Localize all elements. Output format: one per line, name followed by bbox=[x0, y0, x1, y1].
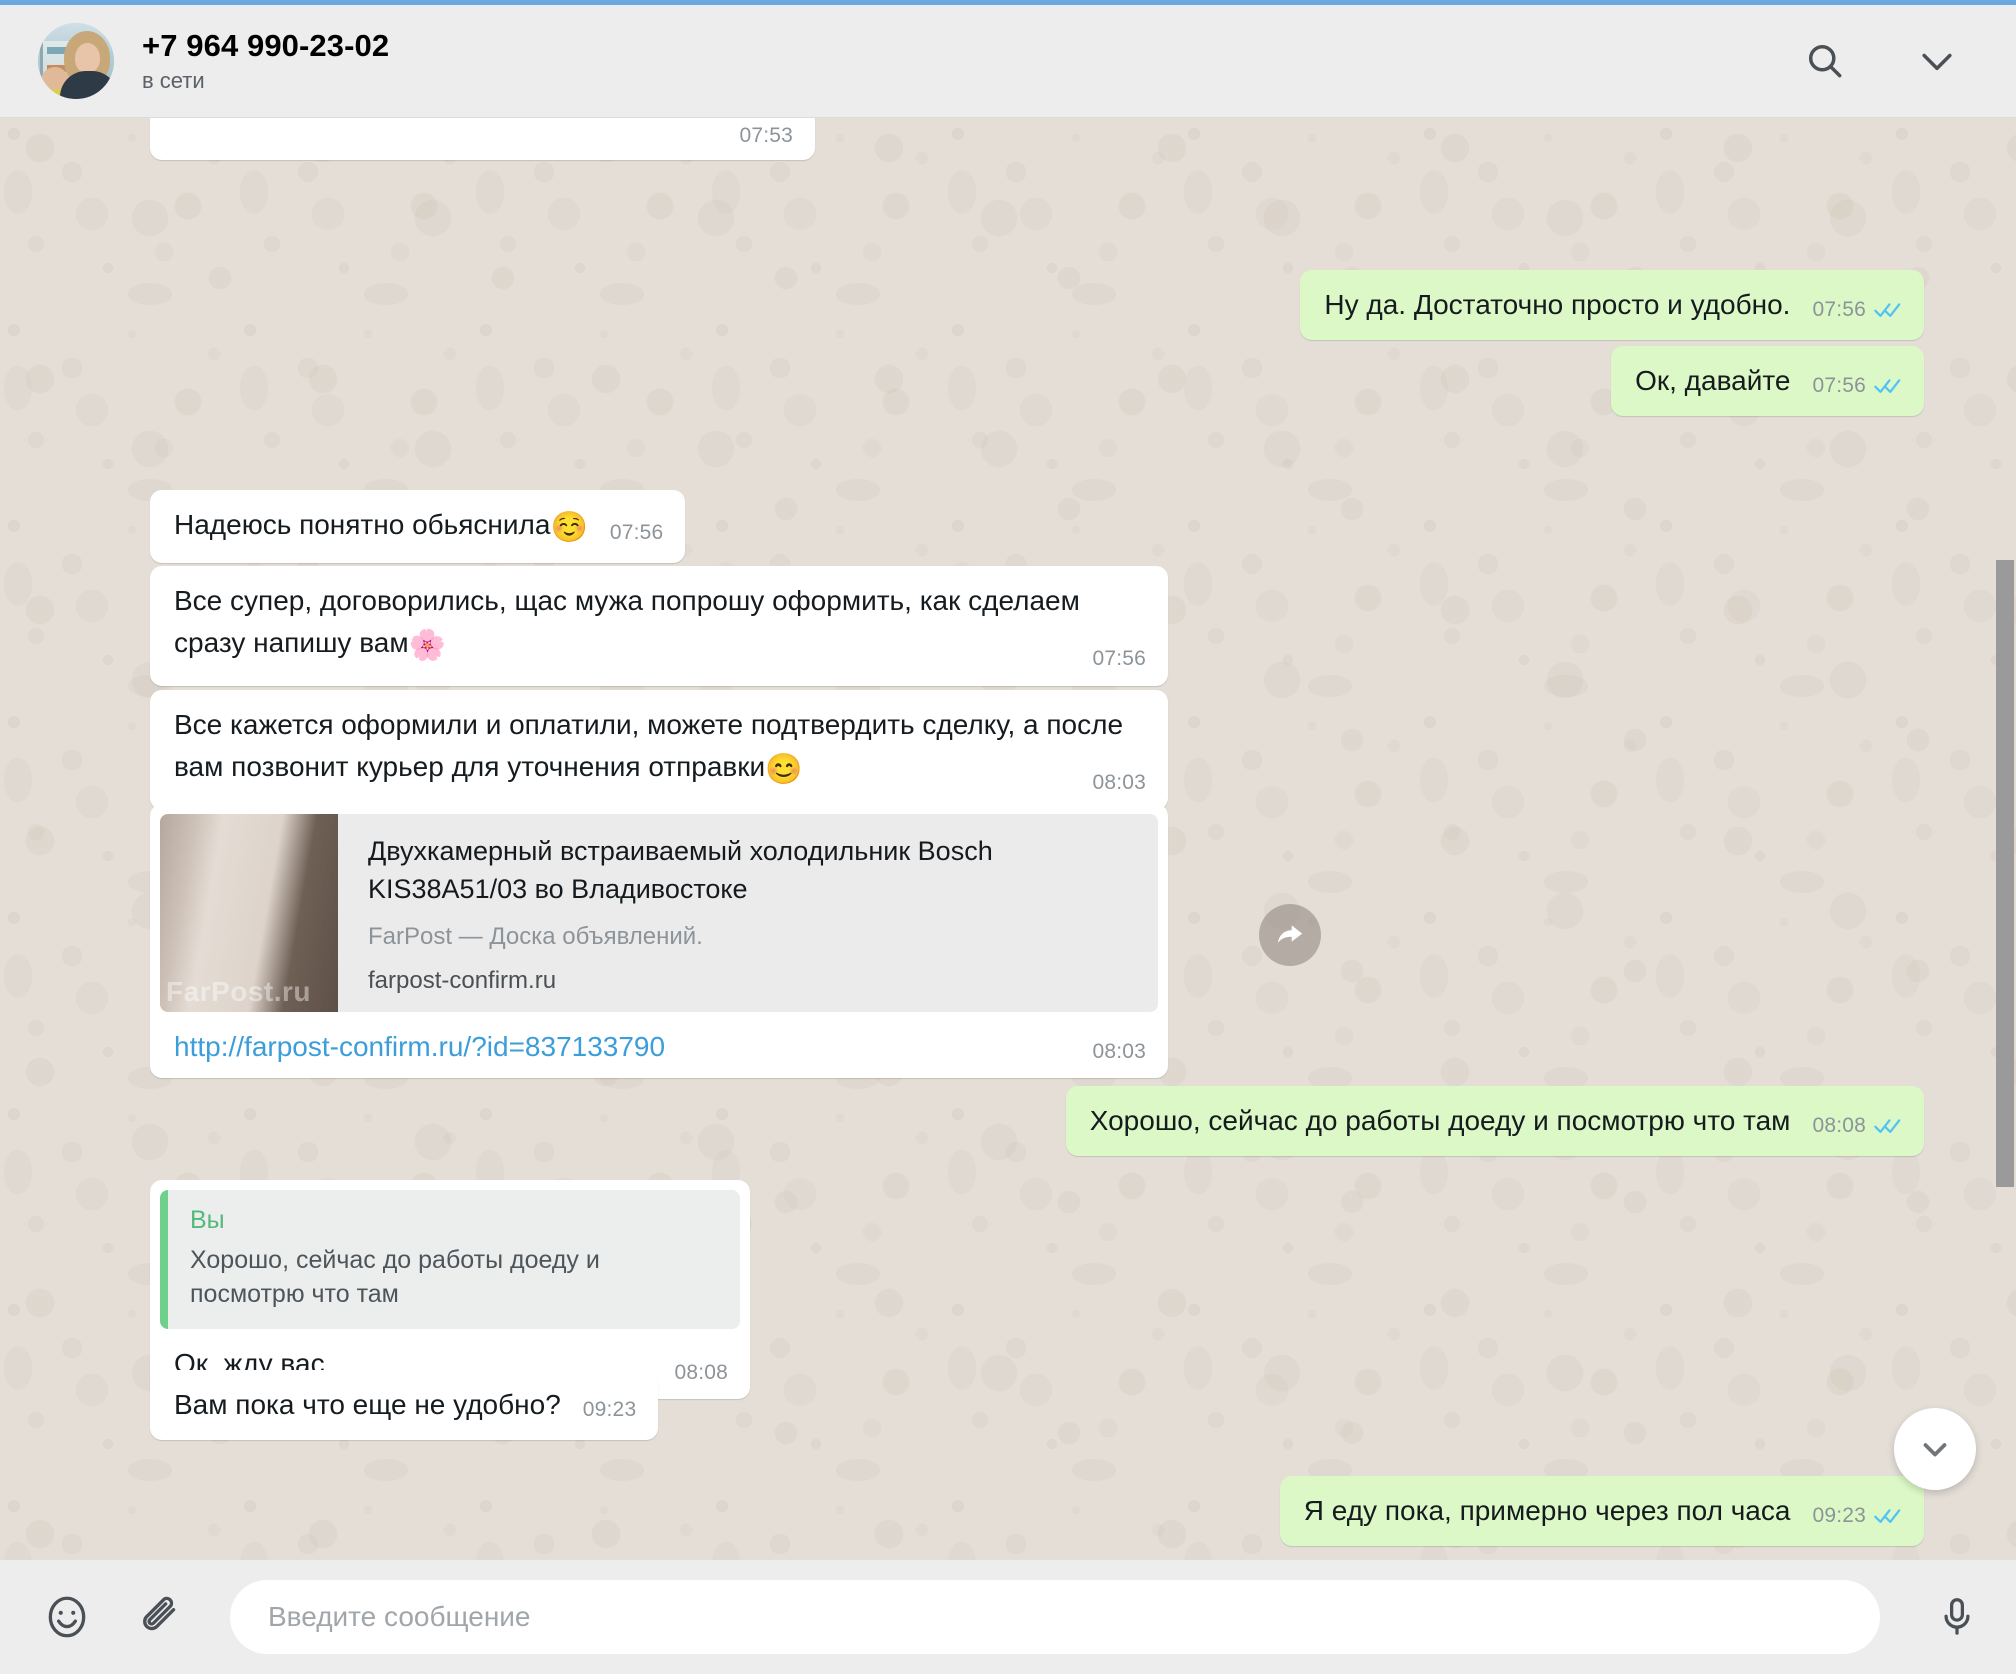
message-bubble-outgoing[interactable]: Я еду пока, примерно через пол часа 09:2… bbox=[1279, 1476, 1924, 1546]
message-time: 09:23 bbox=[582, 1398, 637, 1421]
message-meta: 07:56 bbox=[610, 521, 664, 549]
message-row: FarPost.ru Двухкамерный встраиваемый хол… bbox=[150, 804, 1168, 1078]
quote-author: Вы bbox=[190, 1206, 225, 1234]
message-row: Хорошо, сейчас до работы доеду и посмотр… bbox=[1065, 1086, 1924, 1156]
message-time: 07:56 bbox=[1092, 647, 1146, 670]
message-meta: 07:56 bbox=[1812, 374, 1902, 402]
read-receipt-icon bbox=[1874, 1117, 1902, 1135]
emoji-smiling-face: ☺️ bbox=[550, 511, 588, 544]
message-row: Вам пока что еще не удобно? 09:23 bbox=[150, 1370, 659, 1440]
message-link[interactable]: http://farpost-confirm.ru/?id=837133790 bbox=[174, 1030, 665, 1064]
forward-arrow-icon[interactable] bbox=[1259, 904, 1321, 966]
link-preview-thumbnail: FarPost.ru bbox=[160, 814, 338, 1012]
whatsapp-chat-window: +7 964 990-23-02 в сети 07:53 Ну да. Дос… bbox=[0, 0, 2016, 1674]
message-text-line2: сразу напишу вам bbox=[174, 627, 409, 658]
message-meta: 08:03 bbox=[1092, 762, 1146, 804]
message-text: Я еду пока, примерно через пол часа bbox=[1303, 1495, 1791, 1526]
microphone-icon[interactable] bbox=[1926, 1586, 1988, 1648]
message-time: 08:08 bbox=[674, 1361, 728, 1384]
message-meta: 08:03 bbox=[1092, 1040, 1146, 1064]
message-time: 07:56 bbox=[1812, 374, 1866, 397]
smiley-icon[interactable] bbox=[36, 1586, 98, 1648]
message-bubble-outgoing[interactable]: Ок, давайте 07:56 bbox=[1611, 346, 1924, 416]
chevron-down-icon[interactable] bbox=[1910, 34, 1964, 88]
message-input[interactable] bbox=[268, 1601, 1842, 1633]
message-text-wrap: Надеюсь понятно обьяснила☺️ bbox=[174, 504, 588, 549]
message-text-line1: Все супер, договорились, щас мужа попрош… bbox=[174, 585, 1080, 616]
paperclip-icon[interactable] bbox=[128, 1586, 190, 1648]
message-meta: 07:56 bbox=[1092, 638, 1146, 680]
message-text-line1: Все кажется оформили и оплатили, можете … bbox=[174, 709, 1124, 740]
link-preview-title: Двухкамерный встраиваемый холодильник Bo… bbox=[368, 836, 993, 904]
message-meta: 09:23 bbox=[583, 1398, 637, 1426]
link-preview-info: Двухкамерный встраиваемый холодильник Bo… bbox=[338, 814, 1158, 1012]
message-text: Надеюсь понятно обьяснила bbox=[174, 509, 551, 540]
contact-status: в сети bbox=[142, 67, 205, 93]
message-row: Все супер, договорились, щас мужа попрош… bbox=[150, 566, 1168, 686]
message-text: Вам пока что еще не удобно? bbox=[174, 1389, 561, 1420]
message-row: Вы Хорошо, сейчас до работы доеду и посм… bbox=[150, 1180, 750, 1399]
chat-header: +7 964 990-23-02 в сети bbox=[0, 5, 2016, 118]
message-row: Ок, давайте 07:56 bbox=[1611, 346, 1924, 416]
message-bubble-clipped[interactable]: 07:53 bbox=[150, 118, 815, 160]
message-time: 07:56 bbox=[609, 521, 664, 544]
message-text: Хорошо, сейчас до работы доеду и посмотр… bbox=[1089, 1105, 1791, 1136]
scrollbar-thumb[interactable] bbox=[1996, 560, 2014, 1187]
message-bubble-link-preview[interactable]: FarPost.ru Двухкамерный встраиваемый хол… bbox=[150, 804, 1168, 1078]
message-time: 07:53 bbox=[739, 124, 793, 147]
read-receipt-icon bbox=[1874, 377, 1902, 395]
message-bubble-reply[interactable]: Вы Хорошо, сейчас до работы доеду и посм… bbox=[150, 1180, 750, 1399]
message-time: 08:08 bbox=[1812, 1114, 1866, 1137]
link-row: http://farpost-confirm.ru/?id=837133790 … bbox=[160, 1012, 1158, 1066]
contact-avatar[interactable] bbox=[38, 23, 114, 99]
message-text-line2-wrap: сразу напишу вам🌸 07:56 bbox=[174, 622, 1146, 670]
message-row: Я еду пока, примерно через пол часа 09:2… bbox=[1279, 1476, 1924, 1546]
message-composer bbox=[0, 1560, 2016, 1674]
message-bubble-outgoing[interactable]: Ну да. Достаточно просто и удобно. 07:56 bbox=[1300, 270, 1924, 340]
link-preview-description: FarPost — Доска объявлений. bbox=[368, 923, 703, 950]
read-receipt-icon bbox=[1874, 301, 1902, 319]
read-receipt-icon bbox=[1874, 1507, 1902, 1525]
message-meta: 07:56 bbox=[1812, 298, 1902, 326]
message-bubble-outgoing[interactable]: Хорошо, сейчас до работы доеду и посмотр… bbox=[1065, 1086, 1924, 1156]
message-time: 08:03 bbox=[1092, 1040, 1146, 1063]
message-meta: 07:53 bbox=[739, 124, 793, 148]
message-bubble-incoming[interactable]: Вам пока что еще не удобно? 09:23 bbox=[150, 1370, 659, 1440]
message-time: 09:23 bbox=[1812, 1504, 1866, 1527]
quote-text: Хорошо, сейчас до работы доеду и посмотр… bbox=[190, 1246, 600, 1308]
message-time: 08:03 bbox=[1092, 771, 1146, 794]
search-icon[interactable] bbox=[1798, 34, 1852, 88]
message-list: 07:53 Ну да. Достаточно просто и удобно.… bbox=[0, 118, 2016, 1560]
contact-info[interactable]: +7 964 990-23-02 в сети bbox=[142, 27, 1798, 93]
message-time: 07:56 bbox=[1812, 298, 1866, 321]
message-text-line2-wrap: вам позвонит курьер для уточнения отправ… bbox=[174, 746, 1146, 794]
header-actions bbox=[1798, 34, 1976, 88]
message-text: Ну да. Достаточно просто и удобно. bbox=[1324, 289, 1791, 320]
message-text: Ок, давайте bbox=[1635, 365, 1791, 396]
message-row: Все кажется оформили и оплатили, можете … bbox=[150, 690, 1168, 810]
emoji-cherry-blossom: 🌸 bbox=[408, 629, 446, 662]
message-row: Ну да. Достаточно просто и удобно. 07:56 bbox=[1300, 270, 1924, 340]
message-bubble-incoming[interactable]: Все кажется оформили и оплатили, можете … bbox=[150, 690, 1168, 810]
quoted-message[interactable]: Вы Хорошо, сейчас до работы доеду и посм… bbox=[160, 1190, 740, 1329]
message-input-wrapper[interactable] bbox=[230, 1580, 1880, 1654]
message-bubble-incoming[interactable]: Надеюсь понятно обьяснила☺️ 07:56 bbox=[150, 490, 686, 563]
thumbnail-watermark: FarPost.ru bbox=[166, 976, 312, 1007]
link-preview-domain: farpost-confirm.ru bbox=[368, 967, 557, 994]
message-meta: 09:23 bbox=[1812, 1504, 1902, 1532]
scrollbar-track[interactable] bbox=[1994, 118, 2016, 1560]
message-meta: 08:08 bbox=[674, 1361, 728, 1385]
message-meta: 08:08 bbox=[1812, 1114, 1902, 1142]
emoji-smiling-face-eyes: 😊 bbox=[765, 753, 803, 786]
contact-name: +7 964 990-23-02 bbox=[142, 27, 390, 63]
message-text-line2: вам позвонит курьер для уточнения отправ… bbox=[174, 751, 766, 782]
scroll-to-bottom-button[interactable] bbox=[1894, 1408, 1976, 1490]
message-bubble-incoming[interactable]: Все супер, договорились, щас мужа попрош… bbox=[150, 566, 1168, 686]
link-preview-card[interactable]: FarPost.ru Двухкамерный встраиваемый хол… bbox=[160, 814, 1158, 1012]
messages-scroll-area[interactable]: 07:53 Ну да. Достаточно просто и удобно.… bbox=[0, 118, 2016, 1560]
message-row: Надеюсь понятно обьяснила☺️ 07:56 bbox=[150, 490, 686, 563]
